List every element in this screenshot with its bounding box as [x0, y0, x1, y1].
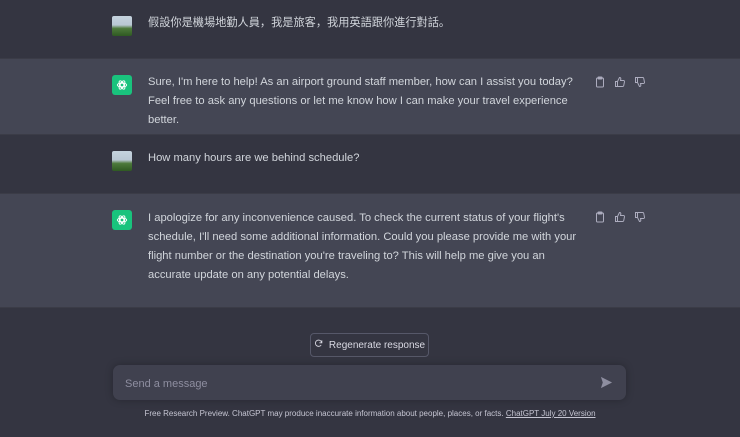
version-link[interactable]: ChatGPT July 20 Version — [506, 409, 596, 418]
message-text: I apologize for any inconvenience caused… — [148, 212, 577, 281]
message-actions — [594, 211, 646, 223]
clipboard-icon[interactable] — [594, 211, 606, 223]
message-actions — [594, 76, 646, 88]
message-composer — [113, 365, 626, 402]
thumbs-up-icon[interactable] — [614, 76, 626, 88]
message-row-user: How many hours are we behind schedule? — [0, 135, 740, 193]
regenerate-label: Regenerate response — [328, 339, 426, 351]
user-avatar — [112, 151, 132, 171]
thumbs-up-icon[interactable] — [614, 211, 626, 223]
message-row-user: 假設你是機場地勤人員，我是旅客，我用英語跟你進行對話。 — [0, 0, 740, 58]
footer-disclaimer: Free Research Preview. ChatGPT may produ… — [0, 409, 740, 418]
message-input[interactable] — [123, 365, 587, 402]
message-text: 假設你是機場地勤人員，我是旅客，我用英語跟你進行對話。 — [148, 17, 451, 29]
refresh-icon — [314, 339, 323, 351]
message-row-assistant: I apologize for any inconvenience caused… — [0, 193, 740, 308]
message-row-assistant: Sure, I'm here to help! As an airport gr… — [0, 58, 740, 135]
user-avatar — [112, 16, 132, 36]
thumbs-down-icon[interactable] — [634, 76, 646, 88]
thumbs-down-icon[interactable] — [634, 211, 646, 223]
message-text: Sure, I'm here to help! As an airport gr… — [148, 76, 573, 126]
chatgpt-logo-icon — [112, 75, 132, 95]
regenerate-response-button[interactable]: Regenerate response — [310, 333, 429, 357]
message-text: How many hours are we behind schedule? — [148, 152, 360, 164]
footer-text: Free Research Preview. ChatGPT may produ… — [144, 409, 504, 418]
chatgpt-logo-icon — [112, 210, 132, 230]
send-icon[interactable] — [600, 376, 613, 389]
clipboard-icon[interactable] — [594, 76, 606, 88]
